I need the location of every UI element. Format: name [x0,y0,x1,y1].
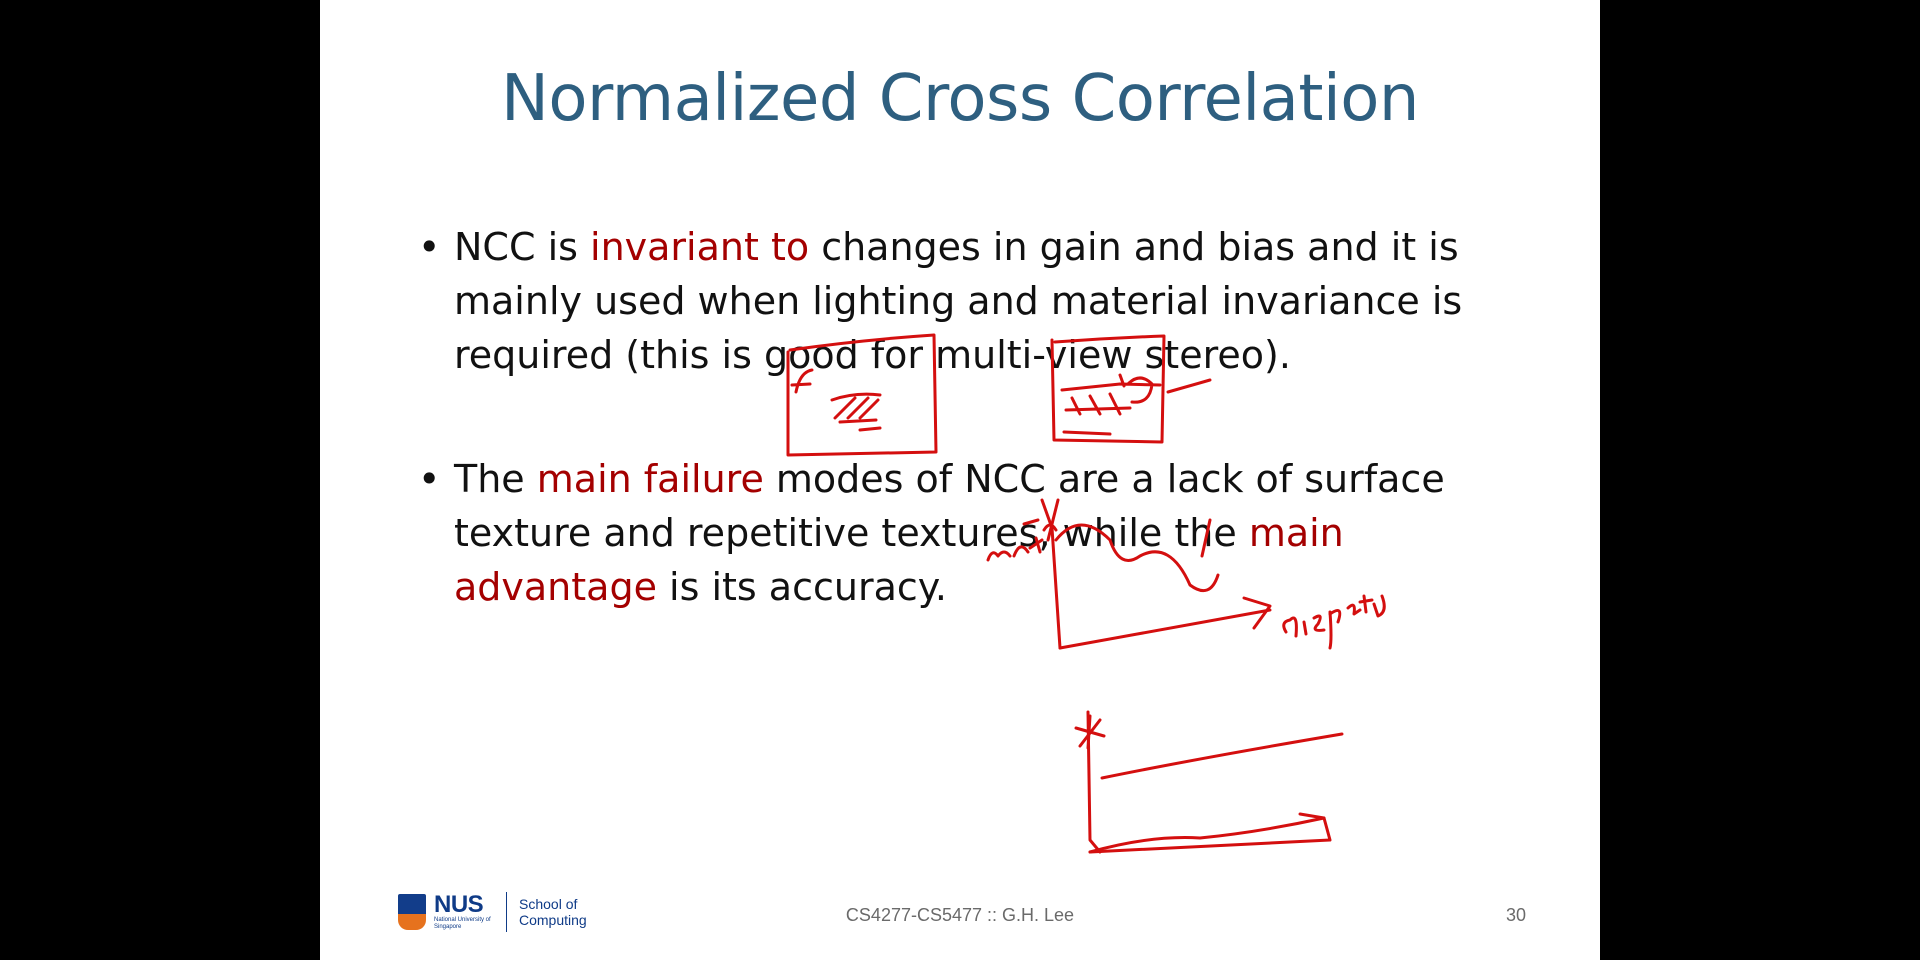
bullet-text-segment: The [454,457,537,501]
ink-graph2-ystar [1074,714,1106,750]
ink-patch-left [830,392,882,432]
footer-course: CS4277-CS5477 :: G.H. Lee [845,905,1075,925]
ink-graph2-xaxis [1088,812,1332,854]
bullet-point-1: • NCC is invariant to changes in gain an… [418,220,1504,382]
bullet-point-2: • The main failure modes of NCC are a la… [418,452,1504,614]
ink-graph2-yaxis [1086,710,1102,854]
ink-patch-right [1060,373,1162,436]
bullet-dot: • [418,225,441,269]
highlight-text-segment: invariant to [590,225,810,269]
ink-graph2-line [1100,732,1344,780]
ink-graph2-bump [1088,816,1326,854]
ink-graph1-xaxis [1058,608,1272,650]
highlight-text-segment: main failure [536,457,764,501]
slide-title: Normalized Cross Correlation [501,62,1419,136]
page-number: 30 [1505,905,1526,925]
bullet-text-segment: is its accuracy. [656,565,947,609]
bullet-dot: • [418,457,441,501]
bullet-text-segment: NCC is [454,225,591,269]
slide: Normalized Cross Correlation • NCC is in… [320,0,1600,960]
